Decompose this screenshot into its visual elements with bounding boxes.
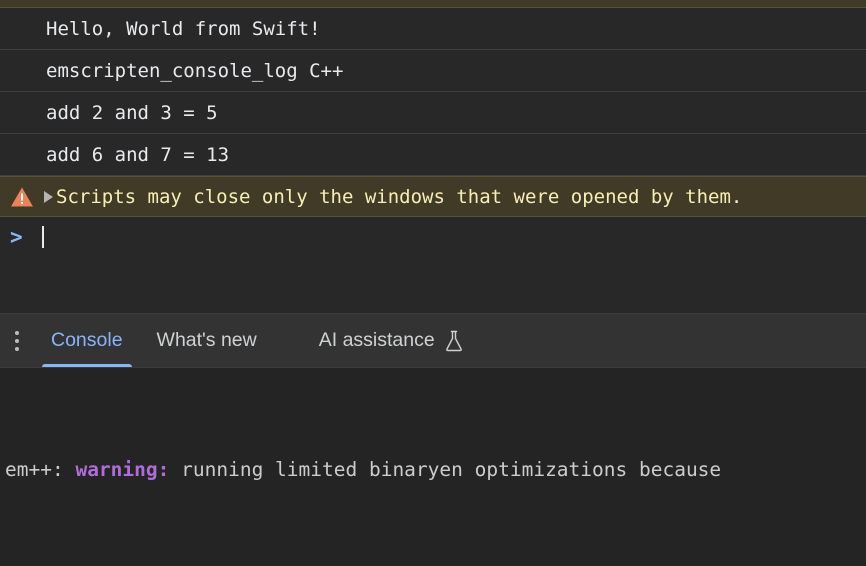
devtools-tabbar: Console What's new AI assistance: [0, 313, 866, 367]
tab-active-indicator: [42, 363, 132, 367]
console-message-row[interactable]: add 6 and 7 = 13: [0, 134, 866, 176]
tab-whats-new[interactable]: What's new: [140, 314, 274, 368]
console-prompt-chevron-icon: >: [10, 225, 23, 249]
console-warning-row[interactable]: Scripts may close only the windows that …: [0, 176, 866, 217]
console-prompt-row[interactable]: >: [0, 217, 866, 257]
console-message-text: add 6 and 7 = 13: [46, 143, 230, 166]
terminal-warning-message: running limited binaryen optimizations b…: [181, 458, 722, 481]
terminal-warning-program: em++:: [5, 458, 76, 481]
tab-label: Console: [51, 329, 123, 351]
console-message-text: add 2 and 3 = 5: [46, 101, 218, 124]
kebab-dot: [15, 338, 19, 343]
console-message-text: emscripten_console_log C++: [46, 59, 344, 82]
tab-label: AI assistance: [318, 329, 435, 351]
more-options-icon[interactable]: [0, 314, 34, 368]
console-message-text: Hello, World from Swift!: [46, 17, 321, 40]
console-warning-text: Scripts may close only the windows that …: [56, 185, 743, 208]
tab-ai-assistance[interactable]: AI assistance: [302, 314, 481, 368]
console-message-row[interactable]: Hello, World from Swift!: [0, 8, 866, 50]
flask-icon: [445, 330, 462, 351]
tab-console[interactable]: Console: [34, 314, 140, 367]
terminal-warning-level: warning:: [75, 458, 182, 481]
console-message-clipped-top: [0, 0, 866, 8]
terminal-line-warning: em++: warning: running limited binaryen …: [5, 456, 866, 484]
kebab-dot: [15, 346, 19, 351]
console-prompt-caret[interactable]: [42, 226, 44, 248]
tab-label: What's new: [156, 329, 257, 351]
console-message-row[interactable]: emscripten_console_log C++: [0, 50, 866, 92]
devtools-over-terminal-screen: sakrist@mac build % make [ 20%] Compilin…: [0, 0, 866, 566]
console-message-row[interactable]: add 2 and 3 = 5: [0, 92, 866, 134]
kebab-dot: [15, 330, 19, 335]
console-message-list[interactable]: Hello, World from Swift! emscripten_cons…: [0, 0, 866, 313]
devtools-panel: Hello, World from Swift! emscripten_cons…: [0, 0, 866, 368]
warning-triangle-icon: [11, 187, 33, 206]
disclosure-triangle-icon[interactable]: [44, 190, 53, 203]
